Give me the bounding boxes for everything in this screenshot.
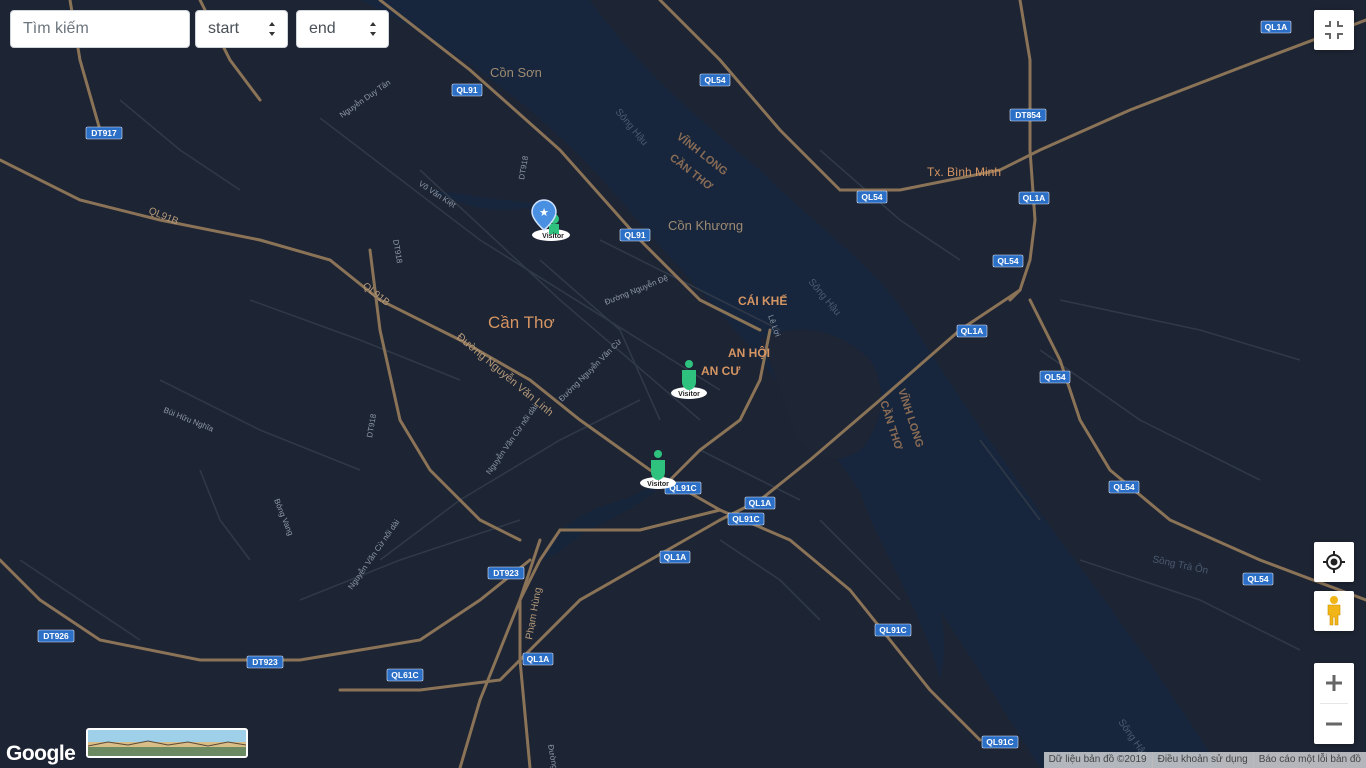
highway-shield-label: QL91 — [456, 85, 478, 95]
highway-shield: QL91C — [981, 735, 1019, 749]
highway-shield-label: DT854 — [1015, 110, 1041, 120]
start-select[interactable]: start — [195, 10, 288, 48]
map-data-credit: Dữ liệu bản đồ ©2019 — [1048, 754, 1147, 765]
highway-shield-label: QL54 — [997, 256, 1019, 266]
label-cai-khe: CÁI KHẾ — [738, 293, 787, 308]
label-an-hoi: AN HỘI — [728, 345, 770, 360]
star-icon: ★ — [539, 206, 549, 219]
highway-shield-label: QL54 — [1247, 574, 1269, 584]
report-error-link[interactable]: Báo cáo một lỗi bản đồ — [1252, 752, 1366, 768]
search-input[interactable]: Tìm kiếm — [10, 10, 190, 48]
highway-shield: QL1A — [659, 550, 691, 564]
label-can-tho: Cần Thơ — [488, 313, 555, 332]
map-footer: Dữ liệu bản đồ ©2019 Điều khoản sử dụng … — [1043, 752, 1366, 768]
fullscreen-button[interactable] — [1314, 10, 1354, 50]
end-select-value: end — [309, 20, 336, 37]
plus-icon — [1326, 675, 1342, 691]
fullscreen-exit-icon — [1325, 21, 1343, 39]
start-select-value: start — [208, 20, 240, 37]
zoom-control — [1314, 663, 1354, 744]
marker-label: Visitor — [678, 391, 700, 398]
terms-link[interactable]: Điều khoản sử dụng — [1151, 752, 1253, 768]
highway-shield: QL91C — [727, 512, 765, 526]
minus-icon — [1326, 722, 1342, 726]
search-placeholder: Tìm kiếm — [23, 20, 89, 37]
highway-shield: QL54 — [1039, 370, 1071, 384]
highway-shield: QL54 — [992, 254, 1024, 268]
highway-shield-label: QL1A — [664, 552, 687, 562]
label-con-khuong: Cồn Khương — [668, 218, 743, 233]
highway-shield-label: QL54 — [1044, 372, 1066, 382]
highway-shield: QL54 — [1108, 480, 1140, 494]
select-arrow-icon — [370, 22, 376, 36]
highway-shield: QL91 — [619, 228, 651, 242]
highway-shield-label: QL91C — [986, 737, 1013, 747]
highway-shield: QL1A — [522, 652, 554, 666]
my-location-icon — [1323, 551, 1345, 573]
map-canvas[interactable]: Cồn Sơn Cồn Khương Cần Thơ CÁI KHẾ AN HỘ… — [0, 0, 1366, 768]
satellite-preview-icon — [88, 730, 246, 756]
highway-shield-label: QL91C — [732, 514, 759, 524]
highway-shield-label: DT923 — [252, 657, 278, 667]
label-an-cu: AN CƯ — [701, 364, 740, 378]
zoom-out-button[interactable] — [1314, 704, 1354, 744]
highway-shield: DT923 — [246, 655, 284, 669]
pegman-icon — [1327, 596, 1341, 626]
label-con-son: Cồn Sơn — [490, 65, 542, 80]
highway-shield: DT926 — [37, 629, 75, 643]
person-icon — [685, 360, 693, 368]
end-select[interactable]: end — [296, 10, 389, 48]
highway-shield: QL54 — [1242, 572, 1274, 586]
highway-shield-label: DT923 — [493, 568, 519, 578]
street-view-button[interactable] — [1314, 591, 1354, 631]
highway-shield: QL54 — [856, 190, 888, 204]
marker-label: Visitor — [647, 481, 669, 488]
highway-shield: QL61C — [386, 668, 424, 682]
highway-shield-label: QL61C — [391, 670, 418, 680]
highway-shield-label: QL91C — [879, 625, 906, 635]
google-logo: Google — [6, 742, 76, 765]
highway-shield: QL54 — [699, 73, 731, 87]
highway-shield-label: QL1A — [1265, 22, 1288, 32]
select-arrow-icon — [269, 22, 275, 36]
highway-shield: QL1A — [744, 496, 776, 510]
highway-shield: DT923 — [487, 566, 525, 580]
highway-shield: DT854 — [1009, 108, 1047, 122]
highway-shield: QL1A — [1260, 20, 1292, 34]
highway-shield: DT917 — [85, 126, 123, 140]
highway-shield-label: DT917 — [91, 128, 117, 138]
my-location-button[interactable] — [1314, 542, 1354, 582]
imagery-thumbnail[interactable] — [86, 728, 248, 758]
highway-shield: QL1A — [1018, 191, 1050, 205]
highway-shield-label: QL54 — [704, 75, 726, 85]
highway-shield: QL1A — [956, 324, 988, 338]
person-icon — [654, 450, 662, 458]
highway-shield-label: QL1A — [961, 326, 984, 336]
highway-shield-label: DT926 — [43, 631, 69, 641]
highway-shield-label: QL54 — [1113, 482, 1135, 492]
highway-shield-label: QL1A — [749, 498, 772, 508]
highway-shield-label: QL54 — [861, 192, 883, 202]
highway-shield: QL91 — [451, 83, 483, 97]
zoom-in-button[interactable] — [1314, 663, 1354, 703]
highway-shield-label: QL1A — [1023, 193, 1046, 203]
highway-shield-label: QL1A — [527, 654, 550, 664]
label-binh-minh: Tx. Bình Minh — [927, 165, 1001, 179]
marker-label: Visitor — [542, 233, 564, 240]
highway-shield: QL91C — [874, 623, 912, 637]
highway-shield-label: QL91 — [624, 230, 646, 240]
